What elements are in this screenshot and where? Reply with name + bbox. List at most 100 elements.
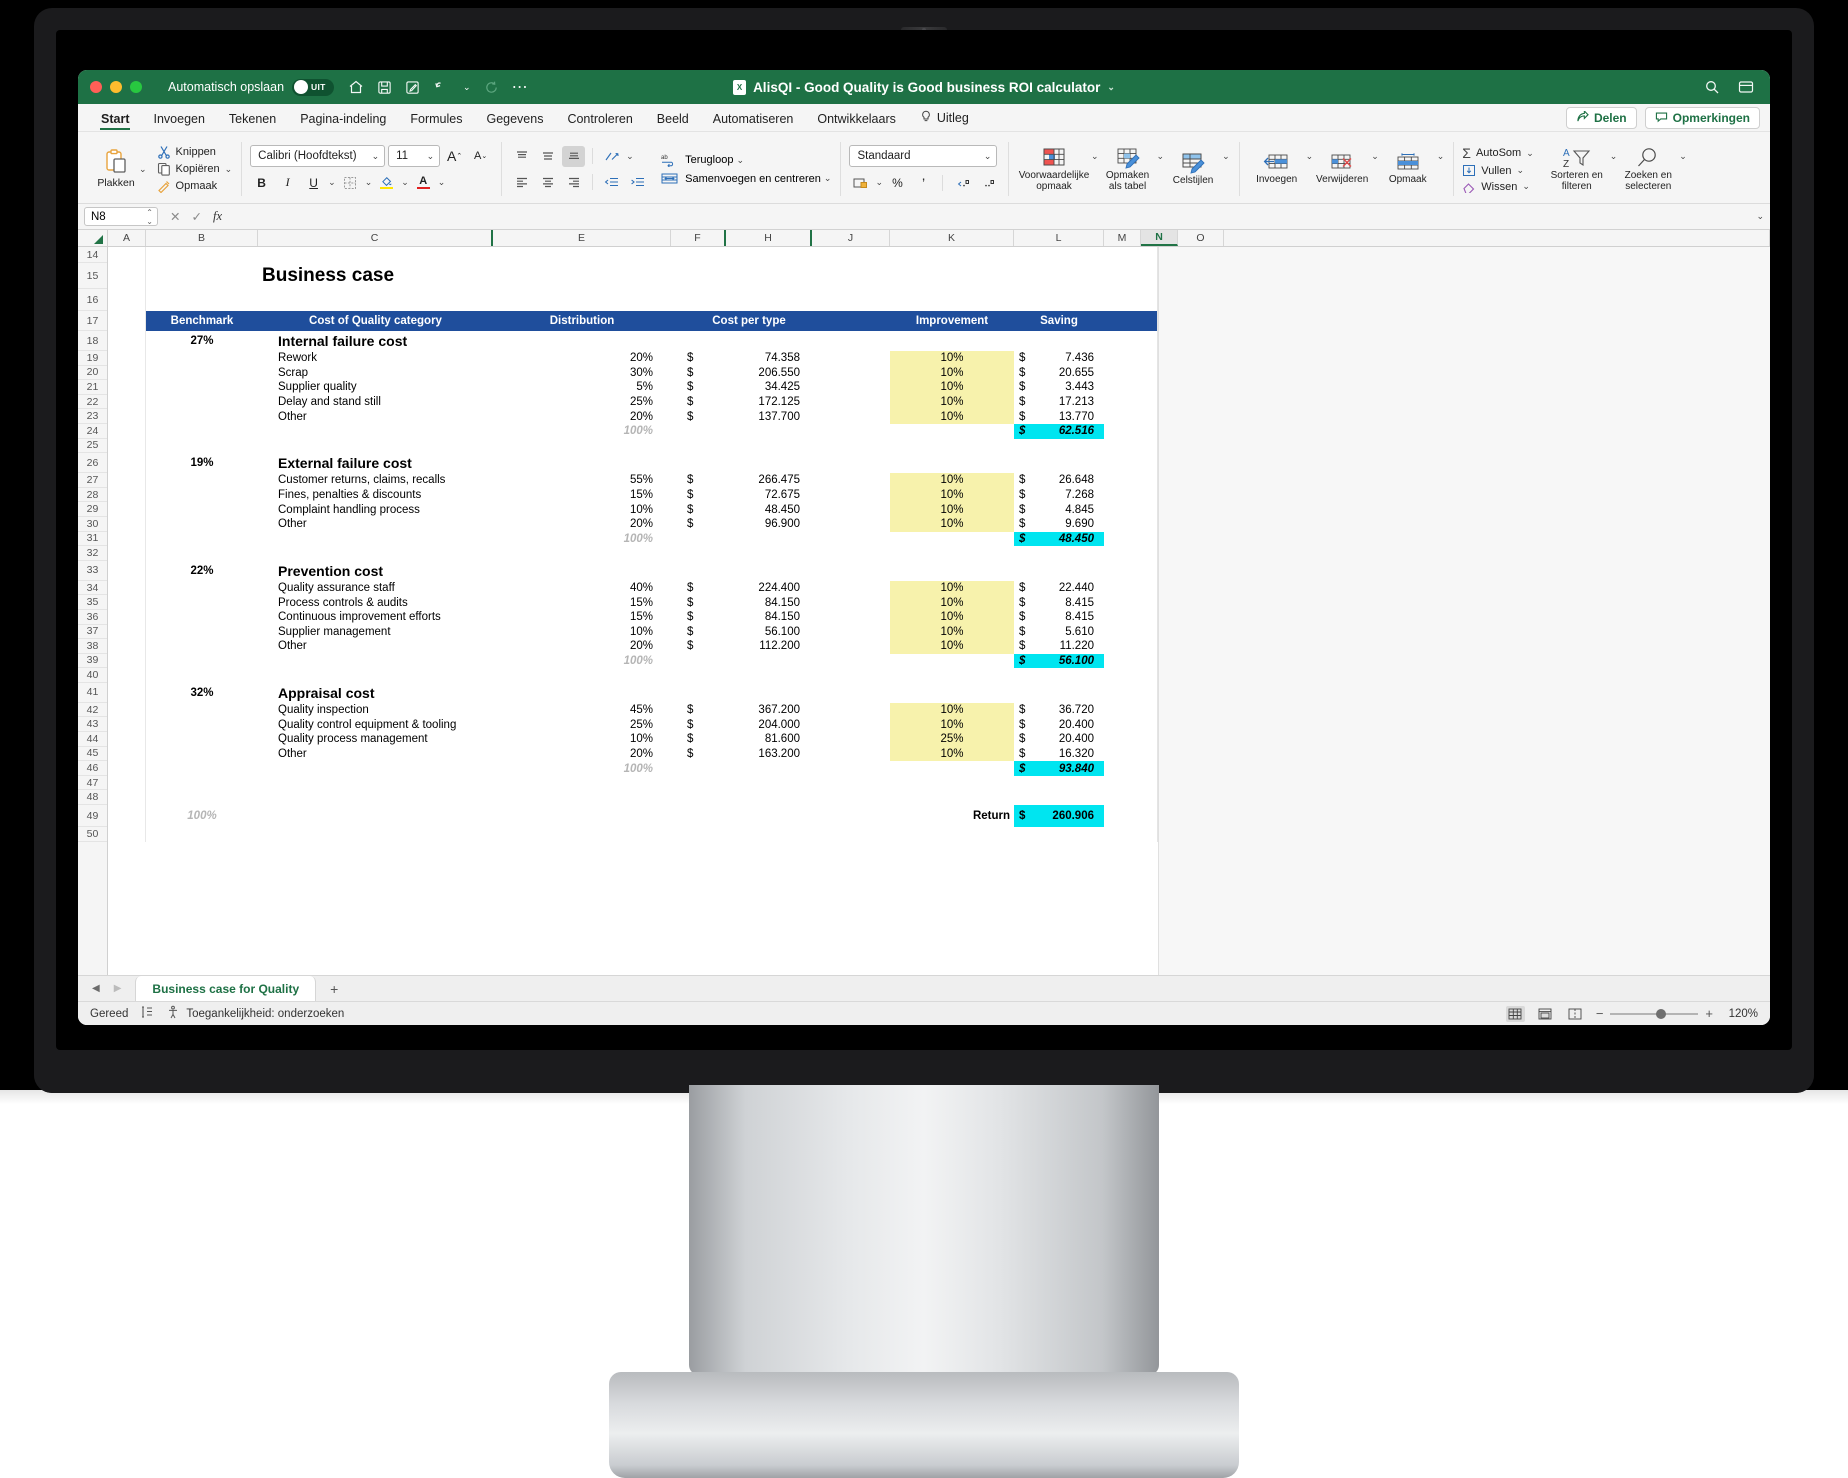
spreadsheet-grid[interactable]: A B C E F H J K L M N O 14 15 16 17 18 19 20 21… (78, 230, 1770, 975)
number-format-select[interactable]: Standaard ⌄ (849, 145, 998, 167)
item-improvement-2-0[interactable]: 10% (890, 581, 1014, 596)
font-name-select[interactable]: Calibri (Hoofdtekst) ⌄ (250, 145, 386, 167)
currency-symbol-cost-1-0[interactable]: $ (671, 473, 726, 488)
row-header-32[interactable]: 32 (78, 546, 107, 561)
zoom-slider-handle[interactable] (1656, 1008, 1667, 1019)
paste-button[interactable]: Plakken (93, 135, 139, 203)
item-cost-3-1[interactable]: 204.000 (726, 718, 812, 733)
tab-ontwikkelaars[interactable]: Ontwikkelaars (806, 109, 907, 131)
sheet-tab-business-case[interactable]: Business case for Quality (135, 976, 317, 1001)
column-header-L[interactable]: L (1014, 230, 1104, 246)
item-improvement-1-3[interactable]: 10% (890, 517, 1014, 532)
underline-chevron-down-icon[interactable]: ⌄ (328, 177, 336, 188)
header-saving[interactable]: Saving (1014, 311, 1104, 331)
item-distribution-3-3[interactable]: 20% (493, 747, 671, 762)
increase-indent-button[interactable] (626, 172, 649, 193)
item-distribution-0-4[interactable]: 20% (493, 409, 671, 424)
item-saving-3-3[interactable]: 16.320 (1014, 747, 1104, 762)
item-distribution-1-3[interactable]: 20% (493, 517, 671, 532)
italic-button[interactable]: I (276, 172, 299, 193)
item-distribution-2-1[interactable]: 15% (493, 595, 671, 610)
header-category[interactable]: Cost of Quality category (258, 311, 493, 331)
fill-button[interactable]: Vullen ⌄ (1462, 164, 1533, 177)
currency-symbol-cost-2-3[interactable]: $ (671, 625, 726, 640)
item-distribution-0-1[interactable]: 30% (493, 366, 671, 381)
item-saving-2-0[interactable]: 22.440 (1014, 581, 1104, 596)
item-improvement-2-1[interactable]: 10% (890, 595, 1014, 610)
item-label-2-1[interactable]: Process controls & audits (258, 595, 493, 610)
font-size-select[interactable]: 11 ⌄ (388, 145, 441, 167)
align-left-button[interactable] (510, 172, 533, 193)
item-cost-1-2[interactable]: 48.450 (726, 502, 812, 517)
item-saving-1-1[interactable]: 7.268 (1014, 488, 1104, 503)
row-header-14[interactable]: 14 (78, 247, 107, 263)
item-saving-2-4[interactable]: 11.220 (1014, 639, 1104, 654)
close-button[interactable] (90, 81, 102, 93)
item-label-2-3[interactable]: Supplier management (258, 625, 493, 640)
font-color-button[interactable]: A (412, 172, 435, 193)
format-cells-button[interactable]: Opmaak (1379, 135, 1437, 203)
window-controls[interactable] (90, 81, 142, 93)
column-header-C[interactable]: C (258, 230, 493, 246)
section-title-1[interactable]: External failure cost (258, 453, 493, 473)
cancel-formula-icon[interactable]: ✕ (170, 209, 180, 224)
item-label-3-2[interactable]: Quality process management (258, 732, 493, 747)
redo-icon[interactable] (484, 80, 499, 95)
item-cost-3-2[interactable]: 81.600 (726, 732, 812, 747)
wrap-text-button[interactable]: ab Terugloop ⌄ (661, 153, 831, 167)
section-subtotal-3[interactable]: 93.840 (1014, 761, 1104, 776)
select-all-button[interactable] (78, 230, 108, 246)
header-improvement[interactable]: Improvement (890, 311, 1014, 331)
sort-filter-chevron-down-icon[interactable]: ⌄ (1610, 151, 1618, 162)
return-label[interactable]: Return (890, 805, 1014, 827)
comma-style-button[interactable]: ’ (912, 172, 935, 193)
row-header-23[interactable]: 23 (78, 409, 107, 424)
row-header-42[interactable]: 42 (78, 703, 107, 718)
autosum-chevron-down-icon[interactable]: ⌄ (1526, 148, 1534, 159)
zoom-slider-track[interactable] (1610, 1008, 1699, 1019)
row-header-46[interactable]: 46 (78, 761, 107, 776)
currency-symbol-cost-0-3[interactable]: $ (671, 395, 726, 410)
item-cost-2-2[interactable]: 84.150 (726, 610, 812, 625)
insert-cells-button[interactable]: Invoegen (1248, 135, 1306, 203)
autosave-toggle[interactable]: UIT (292, 78, 335, 96)
item-label-2-0[interactable]: Quality assurance staff (258, 581, 493, 596)
row-header-28[interactable]: 28 (78, 488, 107, 503)
currency-symbol-cost-2-0[interactable]: $ (671, 581, 726, 596)
item-distribution-1-2[interactable]: 10% (493, 502, 671, 517)
item-improvement-3-3[interactable]: 10% (890, 747, 1014, 762)
item-cost-1-3[interactable]: 96.900 (726, 517, 812, 532)
row-header-49[interactable]: 49 (78, 805, 107, 828)
sort-filter-button[interactable]: A Z Sorteren en filteren (1544, 135, 1610, 203)
item-label-1-1[interactable]: Fines, penalties & discounts (258, 488, 493, 503)
item-saving-1-3[interactable]: 9.690 (1014, 517, 1104, 532)
name-box[interactable]: N8 ⌃ ⌄ (84, 207, 158, 226)
item-improvement-3-2[interactable]: 25% (890, 732, 1014, 747)
item-distribution-0-0[interactable]: 20% (493, 351, 671, 366)
item-distribution-1-1[interactable]: 15% (493, 488, 671, 503)
format-as-table-chevron-down-icon[interactable]: ⌄ (1157, 151, 1165, 162)
currency-symbol-cost-2-2[interactable]: $ (671, 610, 726, 625)
item-cost-0-1[interactable]: 206.550 (726, 366, 812, 381)
column-header-J[interactable]: J (812, 230, 890, 246)
merge-chevron-down-icon[interactable]: ⌄ (824, 173, 832, 184)
currency-symbol-cost-1-1[interactable]: $ (671, 488, 726, 503)
item-saving-3-2[interactable]: 20.400 (1014, 732, 1104, 747)
accessibility-status[interactable]: Toegankelijkheid: onderzoeken (166, 1005, 344, 1022)
item-cost-2-3[interactable]: 56.100 (726, 625, 812, 640)
item-distribution-2-4[interactable]: 20% (493, 639, 671, 654)
clear-chevron-down-icon[interactable]: ⌄ (1522, 181, 1530, 192)
item-cost-0-2[interactable]: 34.425 (726, 380, 812, 395)
decrease-decimal-button[interactable] (976, 172, 999, 193)
item-cost-3-3[interactable]: 163.200 (726, 747, 812, 762)
currency-symbol-cost-3-3[interactable]: $ (671, 747, 726, 762)
row-header-36[interactable]: 36 (78, 610, 107, 625)
next-sheet-icon[interactable]: ▶ (114, 983, 122, 994)
benchmark-0[interactable]: 27% (146, 331, 258, 351)
row-header-47[interactable]: 47 (78, 776, 107, 791)
item-label-0-4[interactable]: Other (258, 409, 493, 424)
borders-button[interactable] (339, 172, 362, 193)
item-saving-2-1[interactable]: 8.415 (1014, 595, 1104, 610)
tab-formules[interactable]: Formules (399, 109, 473, 131)
currency-symbol-cost-0-1[interactable]: $ (671, 366, 726, 381)
